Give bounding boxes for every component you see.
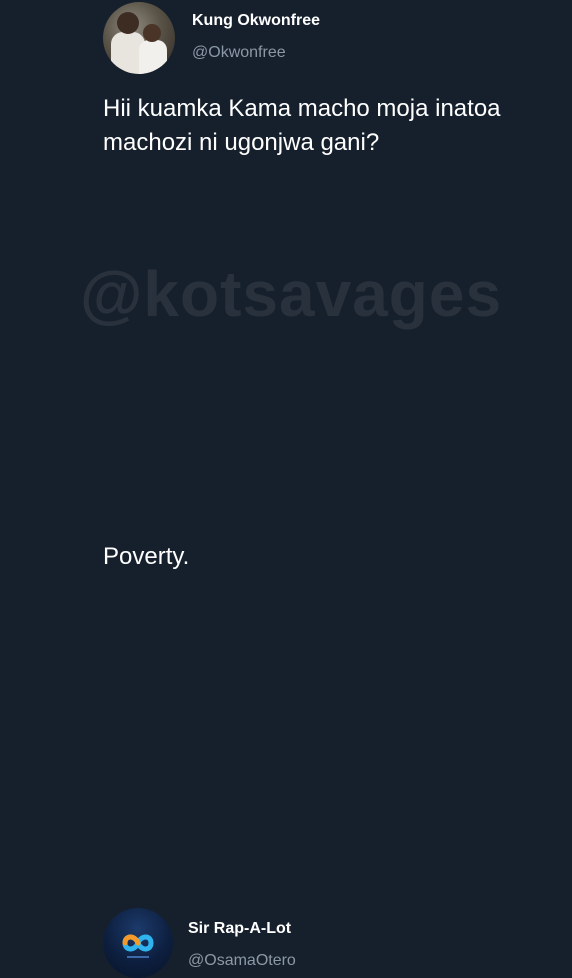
infinity-logo-icon	[122, 934, 154, 958]
avatar-photo-child	[139, 40, 167, 74]
reply-avatar[interactable]	[103, 908, 173, 978]
user-avatar[interactable]	[103, 2, 175, 74]
display-name[interactable]: Kung Okwonfree	[192, 12, 320, 30]
reply-display-name[interactable]: Sir Rap-A-Lot	[188, 920, 291, 938]
reply-text: Poverty.	[103, 543, 190, 570]
original-tweet: Kung Okwonfree @Okwonfree Hii kuamka Kam…	[0, 0, 572, 230]
avatar-photo-child-head	[143, 24, 161, 42]
avatar-photo-head	[117, 12, 139, 34]
reply-user-handle[interactable]: @OsamaOtero	[188, 952, 296, 970]
user-handle[interactable]: @Okwonfree	[192, 44, 286, 62]
watermark: @kotsavages	[80, 258, 503, 330]
tweet-text: Hii kuamka Kama macho moja inatoa machoz…	[103, 95, 501, 156]
